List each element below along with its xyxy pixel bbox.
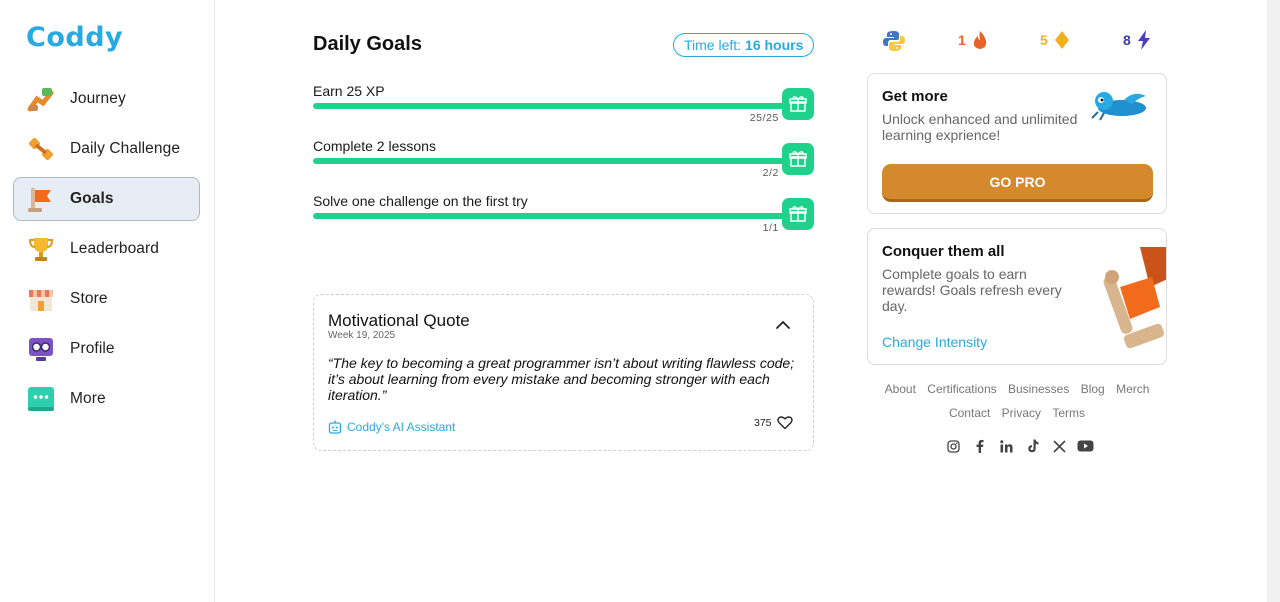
gift-icon[interactable] — [782, 143, 814, 175]
gift-icon[interactable] — [782, 198, 814, 230]
promo-title: Conquer them all — [882, 243, 1005, 260]
instagram-icon[interactable] — [944, 438, 962, 454]
ai-assistant-link[interactable]: Coddy's AI Assistant — [328, 420, 455, 434]
like-counter: 375 — [754, 415, 793, 430]
sidebar-nav: Journey Daily Challenge Goals Leaderboar… — [13, 77, 200, 427]
energy-stat[interactable]: 8 — [1123, 30, 1151, 50]
trophy-icon — [27, 235, 55, 263]
footer-link-about[interactable]: About — [885, 382, 916, 396]
goal-item: Solve one challenge on the first try 1/1 — [313, 193, 814, 239]
sidebar-item-label: Profile — [70, 340, 115, 357]
sidebar-item-store[interactable]: Store — [13, 277, 200, 321]
sidebar-item-label: Journey — [70, 90, 126, 107]
gems-stat[interactable]: 5 — [1040, 30, 1070, 50]
motivational-quote-card: Motivational Quote Week 19, 2025 “The ke… — [313, 294, 814, 451]
flag-illustration — [1102, 247, 1166, 362]
sidebar-item-label: Leaderboard — [70, 240, 160, 257]
coddy-logo[interactable]: Coddy — [26, 22, 123, 53]
sidebar-item-label: Daily Challenge — [70, 140, 181, 157]
goal-label: Complete 2 lessons — [313, 138, 436, 154]
fire-icon — [973, 31, 986, 49]
youtube-icon[interactable] — [1077, 438, 1095, 454]
footer-link-merch[interactable]: Merch — [1116, 382, 1149, 396]
sidebar-item-more[interactable]: More — [13, 377, 200, 421]
goal-count: 1/1 — [762, 222, 779, 234]
gem-icon — [1054, 31, 1069, 49]
quote-week: Week 19, 2025 — [328, 330, 396, 341]
goal-label: Solve one challenge on the first try — [313, 193, 528, 209]
sidebar-item-profile[interactable]: Profile — [13, 327, 200, 371]
social-links — [944, 438, 1103, 454]
goal-item: Complete 2 lessons 2/2 — [313, 138, 814, 184]
mascot-illustration — [1090, 88, 1150, 129]
quote-title: Motivational Quote — [328, 311, 470, 330]
goal-item: Earn 25 XP 25/25 — [313, 83, 814, 129]
flag-icon — [27, 185, 55, 213]
gems-count: 5 — [1040, 32, 1048, 48]
lightning-icon — [1137, 30, 1150, 50]
footer-link-terms[interactable]: Terms — [1052, 406, 1085, 420]
goal-progress-fill — [313, 103, 791, 109]
sidebar: Coddy Journey Daily Challenge Goals Lead… — [0, 0, 215, 602]
footer-links: About Certifications Businesses Blog Mer… — [867, 377, 1167, 425]
python-icon[interactable] — [883, 30, 905, 52]
footer-link-businesses[interactable]: Businesses — [1008, 382, 1069, 396]
go-pro-button[interactable]: GO PRO — [882, 164, 1153, 202]
conquer-card: Conquer them all Complete goals to earn … — [867, 228, 1167, 365]
quote-text: “The key to becoming a great programmer … — [328, 355, 795, 403]
time-left-badge: Time left: 16 hours — [673, 33, 815, 57]
get-more-card: Get more Unlock enhanced and unlimited l… — [867, 73, 1167, 214]
time-left-value: 16 hours — [745, 37, 804, 53]
facebook-icon[interactable] — [971, 438, 989, 454]
chevron-up-icon[interactable] — [775, 318, 791, 330]
store-icon — [27, 285, 55, 313]
x-icon[interactable] — [1050, 438, 1068, 454]
streak-count: 1 — [958, 32, 966, 48]
page-title: Daily Goals — [313, 33, 422, 55]
goal-count: 25/25 — [749, 112, 779, 124]
promo-description: Unlock enhanced and unlimited learning e… — [882, 111, 1078, 143]
heart-icon[interactable] — [776, 415, 793, 430]
sidebar-item-label: Store — [70, 290, 108, 307]
goal-progress-fill — [313, 158, 791, 164]
like-count: 375 — [754, 416, 772, 429]
sidebar-item-journey[interactable]: Journey — [13, 77, 200, 121]
footer-link-blog[interactable]: Blog — [1081, 382, 1105, 396]
stats-bar: 1 5 8 — [880, 30, 1165, 56]
ai-assistant-label: Coddy's AI Assistant — [347, 420, 456, 434]
sidebar-item-label: Goals — [70, 190, 114, 207]
time-left-prefix: Time left: — [684, 37, 742, 53]
footer-link-contact[interactable]: Contact — [949, 406, 990, 420]
more-icon — [27, 385, 55, 413]
streak-stat[interactable]: 1 — [958, 30, 988, 50]
goal-progress-track — [313, 103, 791, 109]
goal-progress-track — [313, 213, 791, 219]
sidebar-item-daily-challenge[interactable]: Daily Challenge — [13, 127, 200, 171]
dumbbell-icon — [27, 135, 55, 163]
robot-icon — [328, 420, 342, 434]
goal-progress-track — [313, 158, 791, 164]
goal-count: 2/2 — [762, 167, 779, 179]
gift-icon[interactable] — [782, 88, 814, 120]
energy-count: 8 — [1123, 32, 1131, 48]
goal-progress-fill — [313, 213, 791, 219]
goal-label: Earn 25 XP — [313, 83, 385, 99]
change-intensity-link[interactable]: Change Intensity — [882, 334, 987, 350]
promo-description: Complete goals to earn rewards! Goals re… — [882, 266, 1062, 314]
tiktok-icon[interactable] — [1024, 438, 1042, 454]
sidebar-item-label: More — [70, 390, 106, 407]
sidebar-item-goals[interactable]: Goals — [13, 177, 200, 221]
journey-icon — [27, 85, 55, 113]
profile-icon — [27, 335, 55, 363]
footer-link-certifications[interactable]: Certifications — [927, 382, 996, 396]
sidebar-item-leaderboard[interactable]: Leaderboard — [13, 227, 200, 271]
linkedin-icon[interactable] — [997, 438, 1015, 454]
footer-link-privacy[interactable]: Privacy — [1002, 406, 1041, 420]
promo-title: Get more — [882, 88, 948, 105]
scrollbar[interactable] — [1267, 0, 1280, 602]
